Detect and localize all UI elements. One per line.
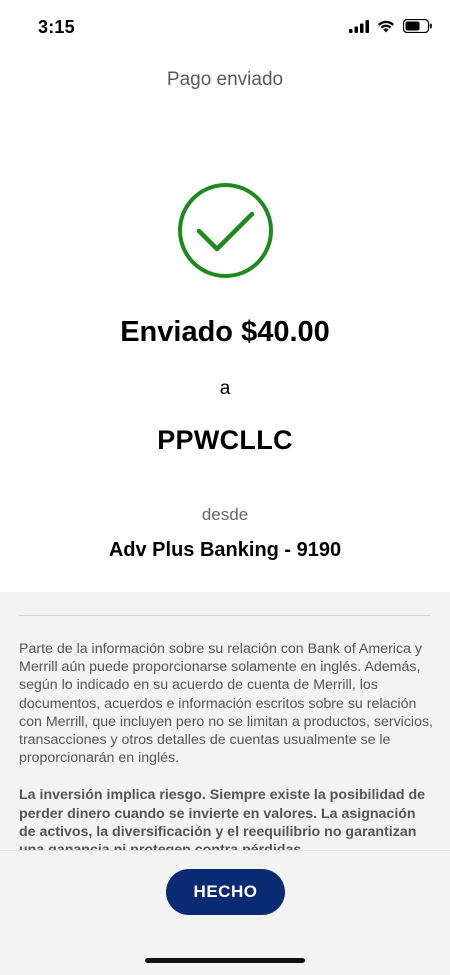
done-button[interactable]: HECHO [166,869,285,915]
sent-amount: Enviado $40.00 [120,316,330,348]
cellular-signal-icon [349,19,369,33]
disclosure-paragraph-language: Parte de la información sobre su relació… [19,641,433,767]
divider [19,615,431,616]
disclosure-text[interactable]: Parte de la información sobre su relació… [19,640,433,850]
footer-divider [0,850,450,851]
home-indicator[interactable] [145,958,305,963]
to-label: a [219,378,231,399]
check-circle-icon [177,182,274,279]
wifi-icon [377,20,395,33]
recipient-name: PPWCLLC [157,425,293,455]
source-account: Adv Plus Banking - 9190 [108,539,342,561]
battery-icon [403,19,432,33]
status-time: 3:15 [38,17,75,37]
status-bar: 3:15 [0,0,450,56]
disclosure-paragraph-risk: La inversión implica riesgo. Siempre exi… [19,787,426,850]
status-icons [349,19,432,33]
from-label: desde [201,505,249,524]
page-title: Pago enviado [166,69,284,90]
